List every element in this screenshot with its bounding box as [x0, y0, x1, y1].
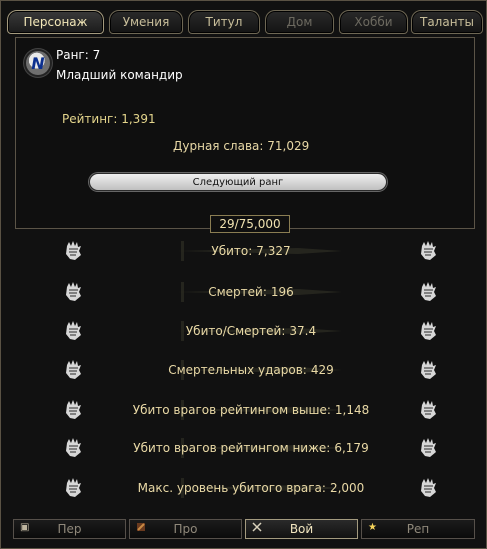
rank-line: Ранг: 7: [56, 48, 100, 62]
stat-row: Смертей: 196: [1, 279, 487, 307]
stat-max-enemy-level: Макс. уровень убитого врага: 2,000: [41, 481, 461, 495]
bottom-tab-label: Реп: [406, 522, 430, 536]
bottom-tab-label: Пер: [57, 522, 82, 536]
window-frame: Персонаж Умения Титул Дом Хобби Таланты …: [0, 0, 487, 549]
stat-value: 37.4: [289, 324, 317, 338]
reputation-star-icon: ★: [368, 522, 377, 533]
bottom-tab-reputation[interactable]: ★ Реп: [361, 519, 475, 539]
tab-character[interactable]: Персонаж: [7, 10, 104, 34]
tab-house[interactable]: Дом: [265, 10, 334, 34]
infamy-label: Дурная слава:: [173, 139, 264, 153]
stat-kill-death-ratio: Убито/Смертей: 37.4: [41, 324, 461, 338]
clenched-hand-icon: [421, 438, 436, 457]
war-icon: [252, 522, 262, 532]
stat-row: Убито/Смертей: 37.4: [1, 318, 487, 346]
infamy-value: 71,029: [267, 139, 310, 153]
bottom-tab-profession[interactable]: Про: [129, 519, 242, 539]
stat-value: 7,327: [256, 244, 291, 258]
clenched-hand-icon: [421, 241, 436, 260]
stat-value: 2,000: [329, 481, 365, 495]
rank-title: Младший командир: [56, 68, 183, 82]
clenched-hand-icon: [421, 282, 436, 301]
tab-skills[interactable]: Умения: [109, 10, 183, 34]
stat-row: Убито врагов рейтингом ниже: 6,179: [1, 435, 487, 463]
faction-emblem-icon: N: [26, 51, 50, 75]
character-rank-panel: N Ранг: 7 Младший командир Рейтинг: 1,39…: [15, 37, 475, 229]
stat-label: Убито врагов рейтингом выше:: [132, 403, 331, 417]
stat-row: Убито: 7,327: [1, 238, 487, 266]
stat-label: Смертельных ударов:: [168, 363, 307, 377]
tab-hobby[interactable]: Хобби: [339, 10, 408, 34]
tab-talents[interactable]: Таланты: [411, 10, 483, 34]
bottom-tab-label: Про: [173, 522, 198, 536]
stat-value: 196: [270, 285, 294, 299]
stat-kills: Убито: 7,327: [41, 244, 461, 258]
stat-killing-blows: Смертельных ударов: 429: [41, 363, 461, 377]
profession-icon: [137, 523, 145, 531]
stat-value: 429: [310, 363, 334, 377]
top-tabs: Персонаж Умения Титул Дом Хобби Таланты: [7, 10, 483, 34]
infamy: Дурная слава: 71,029: [173, 139, 309, 153]
rating: Рейтинг: 1,391: [62, 112, 156, 126]
rank-progress: 29/75,000: [210, 215, 290, 233]
rank-value: 7: [92, 48, 101, 62]
stat-value: 1,148: [334, 403, 370, 417]
stat-value: 6,179: [334, 441, 369, 455]
stat-label: Смертей:: [208, 285, 267, 299]
bottom-tab-character[interactable]: ▣ Пер: [13, 519, 126, 539]
character-icon: ▣: [20, 522, 30, 533]
bottom-tab-war[interactable]: Вой: [245, 519, 358, 539]
tab-label: Умения: [122, 15, 170, 29]
tab-title[interactable]: Титул: [188, 10, 260, 34]
rating-label: Рейтинг:: [62, 112, 118, 126]
stat-deaths: Смертей: 196: [41, 285, 461, 299]
stat-label: Убито врагов рейтингом ниже:: [133, 441, 331, 455]
tab-label: Персонаж: [23, 15, 88, 29]
clenched-hand-icon: [421, 321, 436, 340]
stat-higher-rank-kills: Убито врагов рейтингом выше: 1,148: [41, 403, 461, 417]
clenched-hand-icon: [421, 478, 436, 497]
stat-row: Макс. уровень убитого врага: 2,000: [1, 475, 487, 503]
tab-label: Хобби: [354, 15, 393, 29]
clenched-hand-icon: [421, 360, 436, 379]
rating-value: 1,391: [121, 112, 156, 126]
stat-label: Макс. уровень убитого врага:: [137, 481, 326, 495]
stat-lower-rank-kills: Убито врагов рейтингом ниже: 6,179: [41, 441, 461, 455]
bottom-tabs: ▣ Пер Про Вой ★ Реп: [13, 519, 475, 539]
stat-label: Убито/Смертей:: [185, 324, 286, 338]
rank-label: Ранг:: [56, 48, 89, 62]
tab-label: Таланты: [419, 15, 475, 29]
clenched-hand-icon: [421, 400, 436, 419]
bottom-tab-label: Вой: [289, 522, 314, 536]
stat-label: Убито:: [211, 244, 253, 258]
next-rank-button[interactable]: Следующий ранг: [89, 173, 387, 191]
tab-label: Дом: [286, 15, 313, 29]
tab-label: Титул: [205, 15, 243, 29]
stat-row: Убито врагов рейтингом выше: 1,148: [1, 397, 487, 425]
stat-row: Смертельных ударов: 429: [1, 357, 487, 385]
